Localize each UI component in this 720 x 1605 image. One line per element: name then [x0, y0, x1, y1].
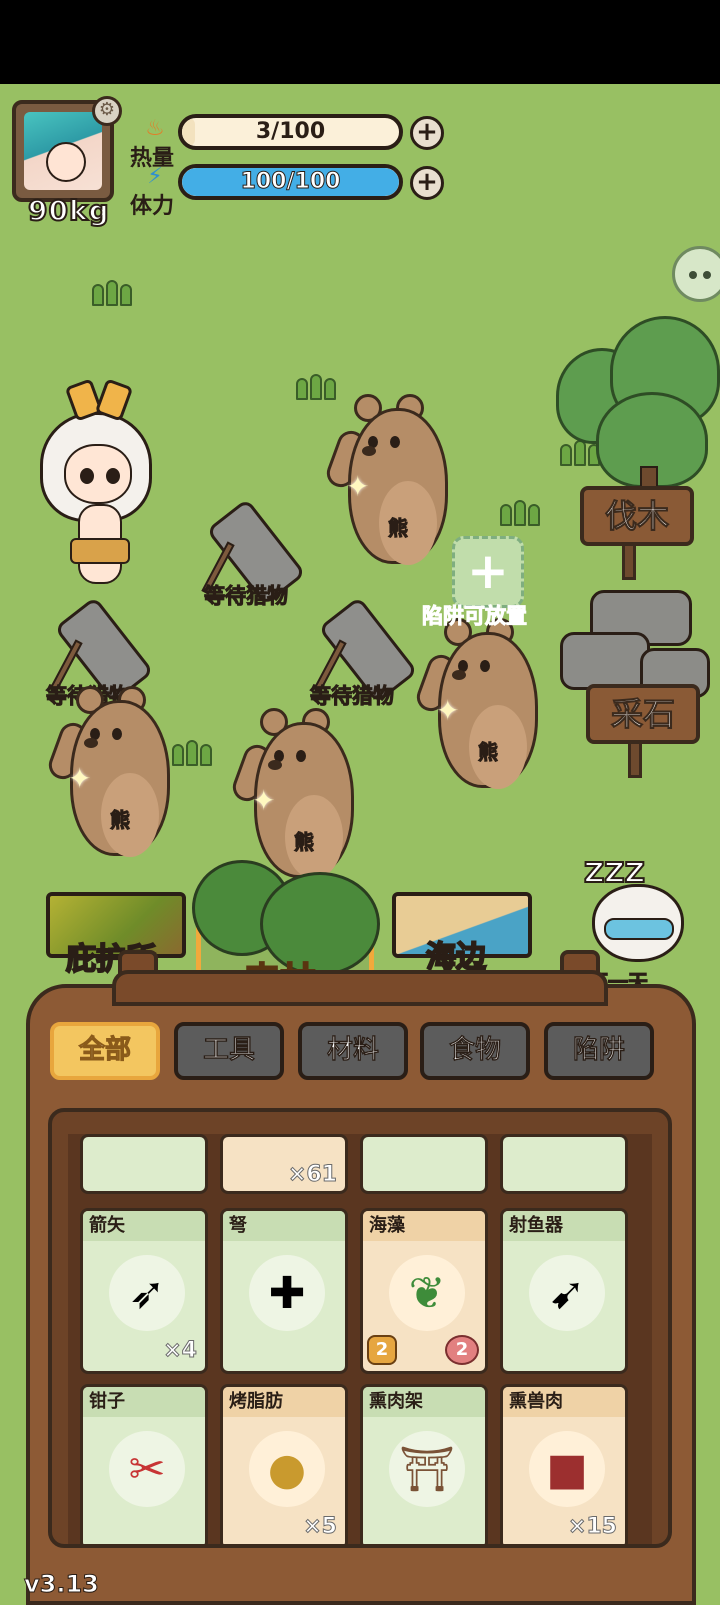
trap-slot-label: 陷阱可放置: [422, 604, 528, 629]
bear[interactable]: ✦ 熊: [44, 686, 178, 857]
player-weight: 90kg: [27, 193, 110, 228]
character-bow: [64, 378, 134, 422]
bear-label: 熊: [294, 830, 315, 855]
item-name: 海藻: [363, 1211, 485, 1241]
avatar-face: [46, 142, 86, 182]
place-trap-button[interactable]: +: [452, 536, 524, 608]
add-stamina-button[interactable]: +: [410, 166, 444, 200]
item-name: 熏肉架: [363, 1387, 485, 1417]
item-quantity: ×4: [163, 1338, 198, 1364]
stamina-bar: 100/100: [178, 164, 403, 200]
pliers-icon: ✂: [128, 1444, 166, 1495]
flame-icon: ♨: [145, 116, 165, 141]
calories-bar: 3/100: [178, 114, 403, 150]
trap-status-label: 等待猎物: [310, 684, 395, 709]
inventory-item-pliers[interactable]: 钳子 ✂: [80, 1384, 208, 1544]
grass-tuft: [92, 280, 136, 306]
chat-bubble-icon[interactable]: [672, 246, 720, 302]
sparkle-icon: ✦: [436, 694, 460, 727]
tab-food[interactable]: 食物: [420, 1022, 530, 1080]
smoking-rack-icon: ⛩: [399, 1444, 455, 1495]
grass-tuft: [500, 500, 544, 526]
bear[interactable]: ✦ 熊: [412, 618, 546, 789]
inventory-item[interactable]: [360, 1134, 488, 1194]
inventory-item-roasted-fat[interactable]: 烤脂肪 ● ×5: [220, 1384, 348, 1544]
bear-label: 熊: [388, 516, 409, 541]
item-name: 熏兽肉: [503, 1387, 625, 1417]
sparkle-icon: ✦: [252, 784, 276, 817]
inventory-item-fish-gun[interactable]: 射鱼器 ➹: [500, 1208, 628, 1374]
bear[interactable]: ✦ 熊: [228, 708, 362, 879]
version-label: v3.13: [24, 1570, 100, 1599]
inventory-scroll-area[interactable]: ×61 箭矢 ➶ ×4 弩 ✚ 海藻 ❦ 2 2 射鱼器 ➹ 钳子 ✂ 烤脂肪 …: [68, 1134, 652, 1544]
smoked-meat-icon: ■: [546, 1444, 588, 1495]
lightning-icon: ⚡: [147, 164, 163, 189]
inventory-item-seaweed[interactable]: 海藻 ❦ 2 2: [360, 1208, 488, 1374]
sparkle-icon: ✦: [346, 470, 370, 503]
item-name: 烤脂肪: [223, 1387, 345, 1417]
bear[interactable]: ✦ 熊: [322, 394, 456, 565]
inventory-item-smoking-rack[interactable]: 熏肉架 ⛩: [360, 1384, 488, 1544]
calories-value: 3/100: [255, 119, 326, 144]
inventory-item-arrows[interactable]: 箭矢 ➶ ×4: [80, 1208, 208, 1374]
stamina-value: 100/100: [240, 169, 341, 195]
meat-badge: 2: [445, 1335, 479, 1365]
sparkle-icon: ✦: [68, 762, 92, 795]
inventory-item[interactable]: ×61: [220, 1134, 348, 1194]
stamina-label: 体力: [130, 194, 175, 219]
boulder: [560, 632, 650, 690]
bear-label: 熊: [110, 808, 131, 833]
inventory-grid: ×61 箭矢 ➶ ×4 弩 ✚ 海藻 ❦ 2 2 射鱼器 ➹ 钳子 ✂ 烤脂肪 …: [48, 1108, 672, 1548]
chop-wood-sign[interactable]: 伐木: [580, 486, 694, 546]
item-quantity: ×15: [567, 1514, 617, 1540]
item-quantity: ×5: [303, 1514, 338, 1540]
inventory-item[interactable]: [80, 1134, 208, 1194]
backpack-flap: [112, 970, 608, 1006]
gear-icon[interactable]: ⚙: [92, 96, 122, 126]
avatar-portrait: [24, 112, 102, 190]
sign-post: [628, 738, 642, 778]
quarry-sign[interactable]: 采石: [586, 684, 700, 744]
sign-post: [622, 540, 636, 580]
add-calories-button[interactable]: +: [410, 116, 444, 150]
inventory-item-smoked-meat[interactable]: 熏兽肉 ■ ×15: [500, 1384, 628, 1544]
tab-materials[interactable]: 材料: [298, 1022, 408, 1080]
item-quantity: ×61: [287, 1162, 337, 1188]
bear-label: 熊: [478, 740, 499, 765]
sleep-mask: [604, 918, 674, 940]
system-status-bar: [0, 0, 720, 84]
chat-dot: [689, 271, 697, 279]
crossbow-icon: ✚: [268, 1268, 306, 1319]
calorie-badge: 2: [367, 1335, 397, 1365]
chat-dot: [703, 271, 711, 279]
next-day-button[interactable]: ZZZ: [583, 855, 694, 982]
arrow-icon: ➶: [128, 1268, 166, 1319]
character-face: [64, 444, 132, 504]
grass-tuft: [296, 374, 340, 400]
inventory-item-crossbow[interactable]: 弩 ✚: [220, 1208, 348, 1374]
item-name: 箭矢: [83, 1211, 205, 1241]
grass-tuft: [172, 740, 216, 766]
character-skirt: [70, 538, 130, 564]
seaweed-icon: ❦: [408, 1268, 446, 1319]
trap-status-label: 等待猎物: [204, 584, 289, 609]
item-name: 钳子: [83, 1387, 205, 1417]
tab-traps[interactable]: 陷阱: [544, 1022, 654, 1080]
item-name: 射鱼器: [503, 1211, 625, 1241]
fish-gun-icon: ➹: [548, 1268, 586, 1319]
tab-tools[interactable]: 工具: [174, 1022, 284, 1080]
tab-all[interactable]: 全部: [50, 1022, 160, 1080]
item-name: 弩: [223, 1211, 345, 1241]
inventory-item[interactable]: [500, 1134, 628, 1194]
roasted-fat-icon: ●: [267, 1444, 307, 1495]
zzz-icon: ZZZ: [583, 855, 646, 890]
player-character[interactable]: [30, 372, 160, 592]
